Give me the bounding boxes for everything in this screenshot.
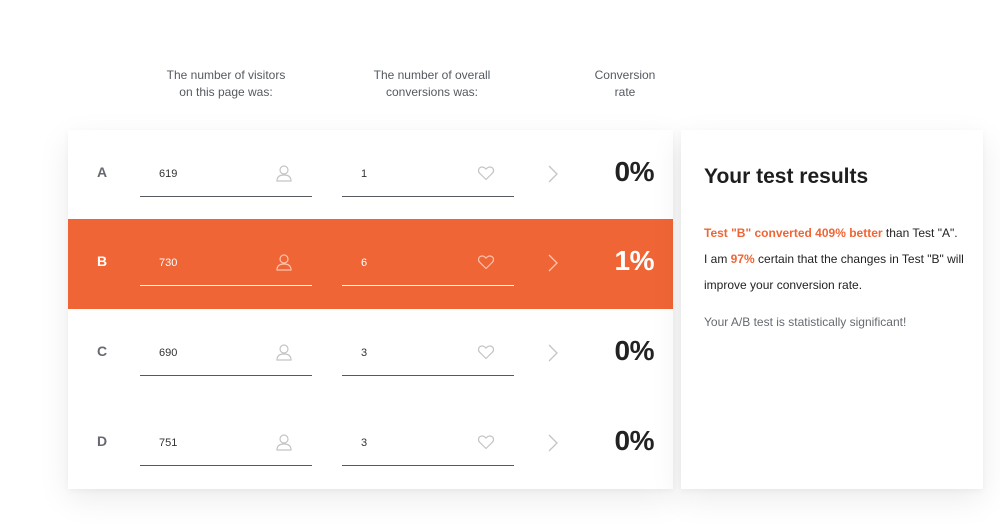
conversion-rate: 0% <box>614 425 655 456</box>
variant-label: A <box>97 164 108 180</box>
visitors-input[interactable]: 619 <box>140 130 312 197</box>
significance-text: Your A/B test is statistically significa… <box>704 315 907 329</box>
conversions-input[interactable]: 1 <box>342 130 514 197</box>
certainty-highlight: 97% <box>730 252 755 266</box>
visitors-input[interactable]: 690 <box>140 309 312 376</box>
heart-icon <box>477 164 495 182</box>
chevron-right-icon <box>546 164 560 184</box>
rate-header-line2: rate <box>614 85 636 99</box>
conversion-rate: 1% <box>614 245 655 276</box>
rate-column-header: Conversion rate <box>585 67 665 101</box>
user-icon <box>275 343 293 361</box>
visitors-column-header: The number of visitors on this page was: <box>150 67 302 101</box>
visitors-header-line2: on this page was: <box>179 85 273 99</box>
variant-label: D <box>97 433 108 449</box>
ab-test-calculator: The number of visitors on this page was:… <box>0 0 1000 525</box>
variant-row-c: C 690 3 0% <box>68 309 673 399</box>
conversions-input[interactable]: 6 <box>342 219 514 286</box>
rate-header-line1: Conversion <box>594 68 656 82</box>
results-line2-prefix: I am <box>704 252 731 266</box>
visitors-value: 751 <box>159 437 178 449</box>
conversions-input[interactable]: 3 <box>342 399 514 466</box>
visitors-input[interactable]: 730 <box>140 219 312 286</box>
variant-row-a: A 619 1 0% <box>68 130 673 220</box>
heart-icon <box>477 253 495 271</box>
conversions-value: 3 <box>361 437 368 449</box>
visitors-value: 730 <box>159 257 178 269</box>
conversions-header-line1: The number of overall <box>373 68 491 82</box>
conversions-input[interactable]: 3 <box>342 309 514 376</box>
results-summary: Test "B" converted 409% better than Test… <box>704 220 966 298</box>
chevron-right-icon <box>546 433 560 453</box>
chevron-right-icon <box>546 253 560 273</box>
user-icon <box>275 253 293 271</box>
visitors-header-line1: The number of visitors <box>166 68 286 82</box>
variant-label: B <box>97 253 108 269</box>
user-icon <box>275 164 293 182</box>
variant-label: C <box>97 343 108 359</box>
variant-row-d: D 751 3 0% <box>68 399 673 489</box>
conversions-value: 6 <box>361 257 368 269</box>
conversions-value: 1 <box>361 168 368 180</box>
conversions-value: 3 <box>361 347 368 359</box>
conversion-rate: 0% <box>614 156 655 187</box>
better-conversion-highlight: Test "B" converted 409% better <box>704 226 883 240</box>
visitors-value: 619 <box>159 168 178 180</box>
heart-icon <box>477 343 495 361</box>
results-line1-rest: than Test "A". <box>882 226 958 240</box>
visitors-input[interactable]: 751 <box>140 399 312 466</box>
conversions-header-line2: conversions was: <box>385 85 479 99</box>
conversion-rate: 0% <box>614 335 655 366</box>
variant-row-b: B 730 6 1% <box>68 219 673 309</box>
user-icon <box>275 433 293 451</box>
heart-icon <box>477 433 495 451</box>
test-results-panel: Your test results Test "B" converted 409… <box>681 130 983 489</box>
chevron-right-icon <box>546 343 560 363</box>
visitors-value: 690 <box>159 347 178 359</box>
variants-table: A 619 1 0% B 730 6 1% C 690 3 0% D 751 3… <box>68 130 673 489</box>
results-title: Your test results <box>704 165 869 188</box>
conversions-column-header: The number of overall conversions was: <box>352 67 512 101</box>
